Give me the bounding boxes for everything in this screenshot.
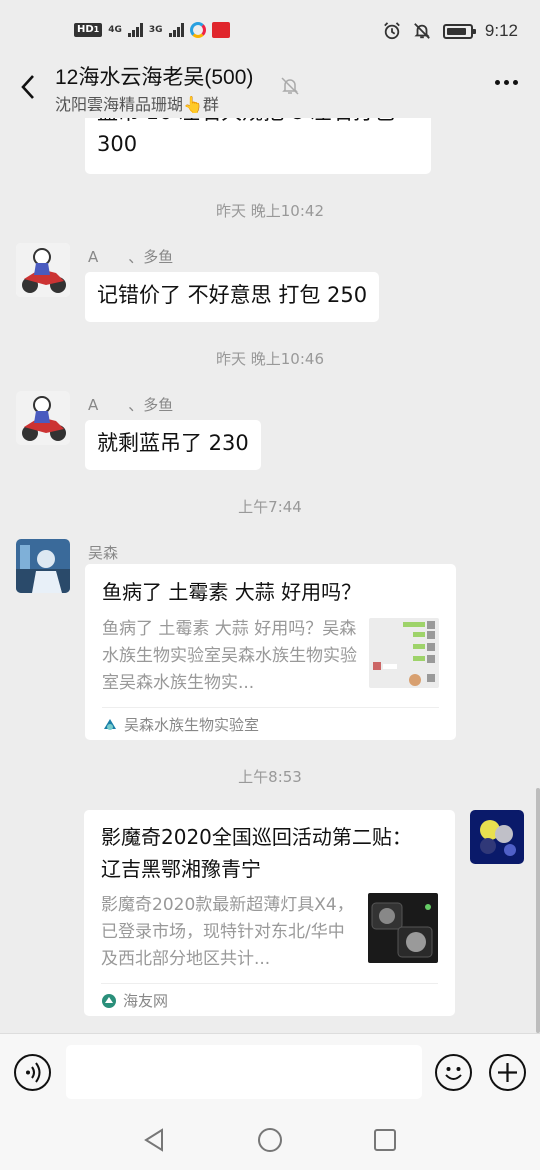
timestamp: 昨天 晚上10:42: [216, 202, 324, 220]
mute-icon: [281, 77, 299, 95]
voice-icon: [26, 1062, 41, 1083]
card-description: 鱼病了 土霉素 大蒜 好用吗？吴森水族生物实验室吴森水族生物实验室吴森水族生物实…: [102, 619, 357, 693]
nav-home-icon[interactable]: [257, 1127, 283, 1153]
status-right-icons: 9:12: [383, 21, 518, 41]
nav-back-icon[interactable]: [142, 1127, 168, 1153]
link-card[interactable]: 影魔奇2020全国巡回活动第二贴： 辽吉黑鄂湘豫青宁 影魔奇2020款最新超薄灯…: [84, 810, 455, 1016]
chat-area[interactable]: 蓝吊 10 左右大规把 8 左右打包 300 昨天 晚上10:42 A 、多鱼 …: [0, 118, 540, 1033]
card-divider: [101, 983, 438, 984]
signal-4g-icon: [127, 23, 143, 37]
weibo-notification-icon: [211, 22, 230, 38]
card-thumbnail: [369, 618, 439, 688]
system-nav-bar: [0, 1110, 540, 1170]
source-logo-icon: [102, 993, 116, 1008]
scrollbar[interactable]: [536, 788, 540, 1033]
avatar[interactable]: [16, 391, 70, 445]
timestamp: 上午7:44: [238, 498, 302, 516]
signal-3g-icon: [168, 23, 184, 37]
alarm-icon: [384, 22, 400, 40]
avatar[interactable]: [16, 243, 70, 297]
card-description: 影魔奇2020款最新超薄灯具X4，已登录市场，现特针对东北/华中及西北部分地区共…: [101, 895, 354, 969]
source-logo-icon: [104, 718, 116, 730]
nav-recent-icon[interactable]: [372, 1127, 398, 1153]
chat-screenshot-thumbnail-icon: [369, 618, 439, 688]
smile-icon: [445, 1067, 462, 1080]
status-left-icons: HD1 4G 3G: [74, 22, 230, 38]
coral-avatar-icon: [470, 810, 524, 864]
app-notification-icon: [189, 22, 206, 38]
message-input[interactable]: [66, 1045, 422, 1099]
lab-avatar-icon: [16, 539, 70, 593]
card-divider: [102, 707, 439, 708]
network-4g-label: 4G: [108, 25, 122, 35]
message-text: 就剩蓝吊了 230: [97, 431, 249, 455]
message-text: 记错价了 不好意思 打包 250: [97, 283, 368, 307]
message-bubble[interactable]: 就剩蓝吊了 230: [85, 420, 261, 470]
message-text-line1: 蓝吊 10 左右大规把 8 左右打包: [97, 118, 419, 128]
sender-name: A 、多鱼: [88, 248, 174, 266]
clock: 9:12: [484, 21, 518, 40]
status-bar: HD1 4G 3G 9:12: [0, 0, 540, 62]
card-source-label: 海友网: [123, 992, 169, 1010]
card-title: 鱼病了 土霉素 大蒜 好用吗？: [102, 580, 362, 604]
self-avatar[interactable]: [470, 810, 524, 864]
timestamp: 上午8:53: [238, 768, 302, 786]
plus-icon: [498, 1063, 517, 1082]
back-button[interactable]: [14, 70, 42, 104]
more-button[interactable]: [495, 80, 518, 85]
timestamp: 昨天 晚上10:46: [216, 350, 324, 368]
chevron-left-icon: [21, 75, 34, 99]
chat-header: 12海水云海老吴(500) 沈阳雲海精品珊瑚👆群: [0, 56, 540, 118]
card-thumbnail: [368, 893, 438, 963]
card-source: 吴森水族生物实验室: [102, 714, 259, 735]
sender-name: A 、多鱼: [88, 396, 174, 414]
link-card[interactable]: 鱼病了 土霉素 大蒜 好用吗？ 鱼病了 土霉素 大蒜 好用吗？吴森水族生物实验室…: [85, 564, 456, 740]
more-actions-button[interactable]: [489, 1054, 526, 1091]
card-source-label: 吴森水族生物实验室: [124, 716, 260, 734]
motorcycle-avatar-icon: [16, 391, 70, 445]
network-3g-label: 3G: [148, 25, 163, 35]
aquarium-lamp-thumbnail-icon: [368, 893, 438, 963]
message-text-line2: 300: [97, 132, 138, 156]
avatar[interactable]: [16, 539, 70, 593]
message-bubble-partial[interactable]: 蓝吊 10 左右大规把 8 左右打包 300: [85, 118, 431, 174]
battery-icon: [442, 23, 476, 39]
chat-title: 12海水云海老吴(500): [55, 66, 254, 89]
message-bubble[interactable]: 记错价了 不好意思 打包 250: [85, 272, 380, 322]
voice-button[interactable]: [14, 1054, 51, 1091]
card-title: 影魔奇2020全国巡回活动第二贴： 辽吉黑鄂湘豫青宁: [101, 825, 412, 881]
card-source: 海友网: [101, 990, 168, 1011]
motorcycle-avatar-icon: [16, 243, 70, 297]
input-bar: [0, 1033, 540, 1110]
emoji-button[interactable]: [435, 1054, 472, 1091]
hd-badge: HD1: [74, 23, 103, 37]
sender-name: 吴森: [88, 544, 119, 562]
bell-off-icon: [414, 23, 430, 39]
chat-subtitle: 沈阳雲海精品珊瑚👆群: [55, 95, 219, 114]
